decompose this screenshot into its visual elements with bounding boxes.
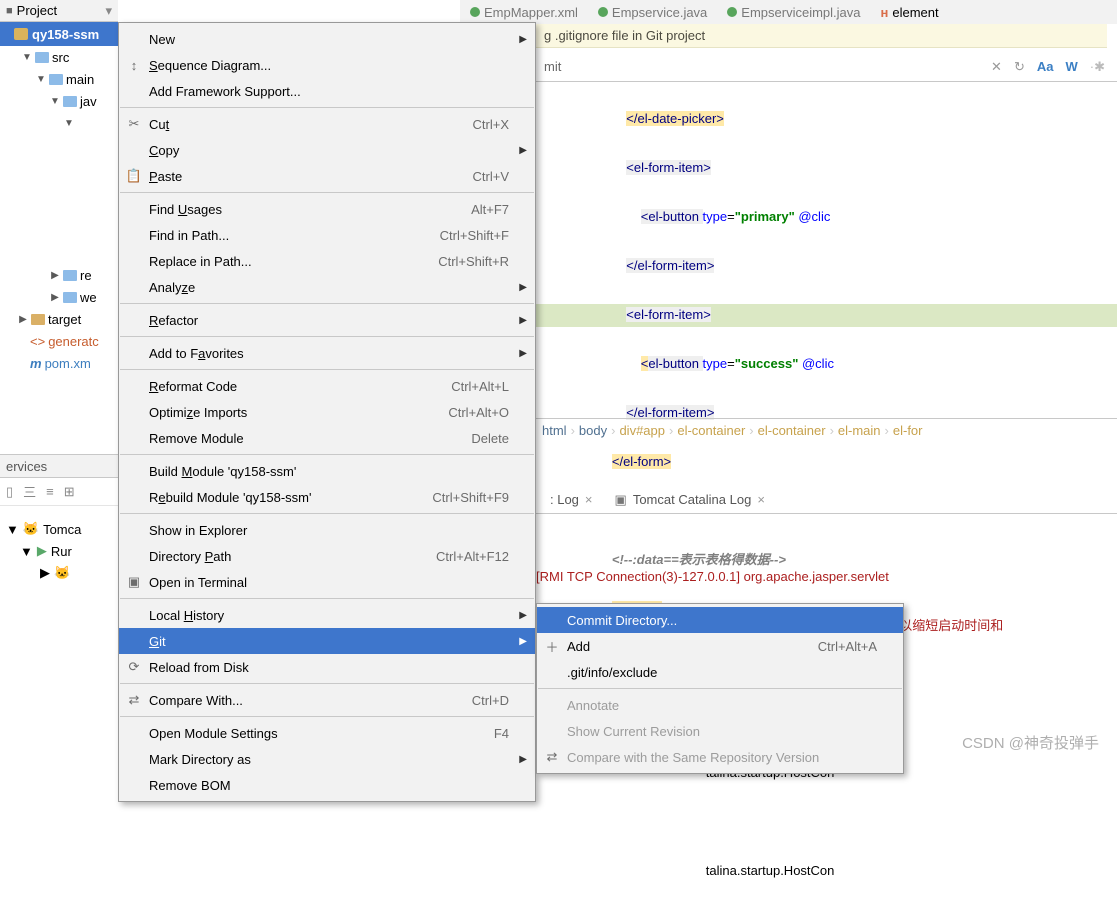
- compare-icon: ⇄: [125, 692, 143, 708]
- refresh-icon[interactable]: ↻: [1014, 59, 1025, 75]
- match-case-toggle[interactable]: Aa: [1037, 59, 1054, 74]
- log-tabs: : Log× ▣Tomcat Catalina Log×: [536, 486, 1117, 514]
- project-root[interactable]: qy158-ssm: [0, 22, 118, 46]
- context-menu: New▶ ↕Sequence Diagram... Add Framework …: [118, 22, 536, 802]
- menu-git[interactable]: Git▶: [119, 628, 535, 654]
- project-tree[interactable]: ▼src ▼main ▼jav ▼ ▶re ▶we ▶target <>gene…: [0, 46, 118, 374]
- folder-icon: [14, 28, 28, 40]
- menu-refactor[interactable]: Refactor▶: [119, 307, 535, 333]
- submenu-scr: Show Current Revision: [537, 718, 903, 744]
- breadcrumb[interactable]: html› body› div#app› el-container› el-co…: [536, 418, 1117, 442]
- menu-rbom[interactable]: Remove BOM: [119, 772, 535, 798]
- menu-cw[interactable]: ⇄Compare With...Ctrl+D: [119, 687, 535, 713]
- submenu-add[interactable]: ＋AddCtrl+Alt+A: [537, 633, 903, 659]
- menu-rfd[interactable]: ⟳Reload from Disk: [119, 654, 535, 680]
- submenu-commit[interactable]: Commit Directory...: [537, 607, 903, 633]
- menu-oms[interactable]: Open Module SettingsF4: [119, 720, 535, 746]
- menu-copy[interactable]: Copy▶: [119, 137, 535, 163]
- menu-lh[interactable]: Local History▶: [119, 602, 535, 628]
- submenu-exclude[interactable]: .git/info/exclude: [537, 659, 903, 685]
- menu-fip[interactable]: Find in Path...Ctrl+Shift+F: [119, 222, 535, 248]
- menu-fav[interactable]: Add to Favorites▶: [119, 340, 535, 366]
- search-bar: mit ✕ ↻ Aa W ·✱: [536, 52, 1117, 82]
- git-submenu: Commit Directory... ＋AddCtrl+Alt+A .git/…: [536, 603, 904, 774]
- plus-icon: ＋: [543, 637, 561, 656]
- compare-icon: ⇄: [543, 749, 561, 765]
- submenu-csr: ⇄Compare with the Same Repository Versio…: [537, 744, 903, 770]
- sequence-icon: ↕: [125, 58, 143, 73]
- menu-mda[interactable]: Mark Directory as▶: [119, 746, 535, 772]
- terminal-icon: ▣: [125, 574, 143, 590]
- menu-rm[interactable]: Remove ModuleDelete: [119, 425, 535, 451]
- tab-empmapper[interactable]: EmpMapper.xml: [460, 0, 588, 24]
- scissors-icon: ✂: [125, 116, 143, 132]
- editor-tabs: EmpMapper.xml Empservice.java Empservice…: [460, 0, 1117, 24]
- menu-analyze[interactable]: Analyze▶: [119, 274, 535, 300]
- instance-node[interactable]: ▶🐱: [0, 562, 118, 584]
- menu-sie[interactable]: Show in Explorer: [119, 517, 535, 543]
- reload-icon: ⟳: [125, 659, 143, 675]
- tab-element[interactable]: нelement: [871, 0, 949, 24]
- close-icon[interactable]: ✕: [991, 59, 1002, 75]
- log-tab-2[interactable]: ▣Tomcat Catalina Log×: [607, 490, 773, 510]
- words-toggle[interactable]: W: [1065, 59, 1077, 74]
- menu-dp[interactable]: Directory PathCtrl+Alt+F12: [119, 543, 535, 569]
- menu-refo[interactable]: Reformat CodeCtrl+Alt+L: [119, 373, 535, 399]
- search-text[interactable]: mit: [536, 59, 569, 74]
- submenu-annotate: Annotate: [537, 692, 903, 718]
- menu-bm[interactable]: Build Module 'qy158-ssm': [119, 458, 535, 484]
- menu-seq[interactable]: ↕Sequence Diagram...: [119, 52, 535, 78]
- menu-oit[interactable]: ▣Open in Terminal: [119, 569, 535, 595]
- gitignore-banner: g .gitignore file in Git project: [536, 24, 1107, 48]
- services-panel: ervices ▯三≡⊞ ▼🐱Tomca ▼▶Rur ▶🐱: [0, 454, 118, 584]
- run-node[interactable]: ▼▶Rur: [0, 540, 118, 562]
- tomcat-node[interactable]: ▼🐱Tomca: [0, 518, 118, 540]
- clipboard-icon: 📋: [125, 168, 143, 184]
- tab-empservice[interactable]: Empservice.java: [588, 0, 717, 24]
- menu-opt[interactable]: Optimize ImportsCtrl+Alt+O: [119, 399, 535, 425]
- menu-cut[interactable]: ✂CutCtrl+X: [119, 111, 535, 137]
- services-header[interactable]: ervices: [0, 454, 118, 478]
- menu-new[interactable]: New▶: [119, 26, 535, 52]
- watermark: CSDN @神奇投弹手: [962, 732, 1099, 753]
- menu-paste[interactable]: 📋PasteCtrl+V: [119, 163, 535, 189]
- project-header[interactable]: ■Project▾: [0, 0, 118, 22]
- services-toolbar[interactable]: ▯三≡⊞: [0, 478, 118, 506]
- menu-fu[interactable]: Find UsagesAlt+F7: [119, 196, 535, 222]
- menu-rip[interactable]: Replace in Path...Ctrl+Shift+R: [119, 248, 535, 274]
- menu-afs[interactable]: Add Framework Support...: [119, 78, 535, 104]
- log-tab-1[interactable]: : Log×: [542, 490, 601, 509]
- menu-rbm[interactable]: Rebuild Module 'qy158-ssm'Ctrl+Shift+F9: [119, 484, 535, 510]
- tab-empserviceimpl[interactable]: Empserviceimpl.java: [717, 0, 870, 24]
- regex-toggle[interactable]: ·✱: [1090, 59, 1105, 75]
